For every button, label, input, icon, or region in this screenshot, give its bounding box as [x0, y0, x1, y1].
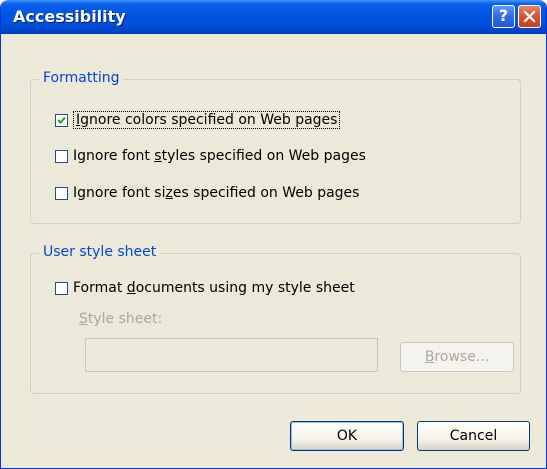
ignore-colors-option[interactable]: Ignore colors specified on Web pages — [55, 110, 341, 130]
ignore-font-styles-checkbox[interactable] — [55, 149, 68, 163]
format-documents-label: Format documents using my style sheet — [73, 280, 355, 296]
ok-button[interactable]: OK — [290, 421, 404, 451]
format-documents-checkbox[interactable] — [55, 281, 68, 295]
ignore-colors-label: Ignore colors specified on Web pages — [73, 111, 341, 129]
format-documents-option[interactable]: Format documents using my style sheet — [55, 278, 355, 298]
style-sheet-label: Style sheet: — [79, 311, 163, 327]
close-button[interactable] — [518, 5, 541, 28]
ignore-font-sizes-checkbox[interactable] — [55, 186, 68, 200]
accessibility-dialog: Accessibility ? Formatting Ignore colors… — [0, 0, 547, 469]
cancel-button[interactable]: Cancel — [417, 421, 530, 451]
ignore-colors-checkbox[interactable] — [55, 113, 68, 127]
browse-button[interactable]: Browse... — [400, 342, 514, 372]
ignore-font-styles-option[interactable]: Ignore font styles specified on Web page… — [55, 146, 366, 166]
user-style-sheet-group: User style sheet Format documents using … — [30, 244, 521, 394]
ignore-font-sizes-option[interactable]: Ignore font sizes specified on Web pages — [55, 183, 359, 203]
user-style-sheet-legend: User style sheet — [39, 244, 161, 260]
formatting-legend: Formatting — [39, 70, 124, 86]
formatting-group: Formatting Ignore colors specified on We… — [30, 70, 521, 224]
ignore-font-styles-label: Ignore font styles specified on Web page… — [73, 148, 366, 164]
close-icon — [523, 10, 536, 23]
title-bar[interactable]: Accessibility ? — [1, 0, 546, 34]
ignore-font-sizes-label: Ignore font sizes specified on Web pages — [73, 185, 360, 201]
style-sheet-input[interactable] — [85, 338, 378, 372]
help-button[interactable]: ? — [492, 5, 515, 28]
window-title: Accessibility — [13, 7, 126, 26]
checkmark-icon — [57, 116, 66, 124]
